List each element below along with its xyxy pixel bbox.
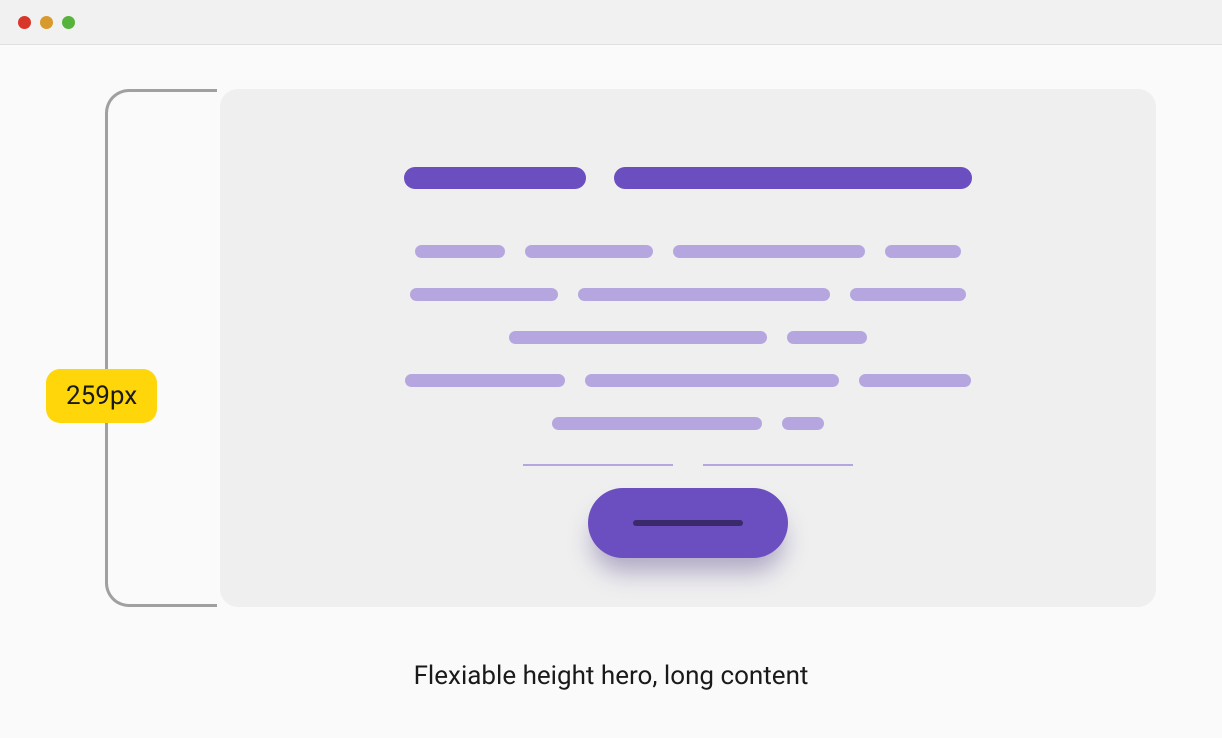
window-titlebar [0,0,1222,45]
body-bar [782,417,824,430]
body-bar [859,374,971,387]
body-bar [552,417,762,430]
maximize-icon[interactable] [62,16,75,29]
body-bar [405,374,565,387]
body-bar [509,331,767,344]
body-bar [787,331,867,344]
body-row [509,331,867,344]
title-bar [404,167,586,189]
diagram-caption: Flexiable height hero, long content [68,661,1154,691]
diagram-stage: 259px [0,45,1222,691]
body-row [415,245,961,258]
body-bar [415,245,505,258]
divider-bar [703,464,853,466]
body-bar [673,245,865,258]
body-bar [885,245,961,258]
body-bar [578,288,830,301]
body-bar [585,374,839,387]
body-bar [410,288,558,301]
divider-row [523,464,853,466]
hero-title-placeholder [404,167,972,189]
body-row [552,417,824,430]
body-bar [525,245,653,258]
title-bar [614,167,972,189]
hero-card [220,89,1156,607]
measurement-badge: 259px [46,369,157,423]
hero-body-placeholder [405,245,971,430]
cta-button[interactable] [588,488,788,558]
divider-bar [523,464,673,466]
measurement-bracket [105,89,217,607]
close-icon[interactable] [18,16,31,29]
body-row [405,374,971,387]
minimize-icon[interactable] [40,16,53,29]
body-row [410,288,966,301]
body-bar [850,288,966,301]
cta-label-placeholder [633,520,743,526]
